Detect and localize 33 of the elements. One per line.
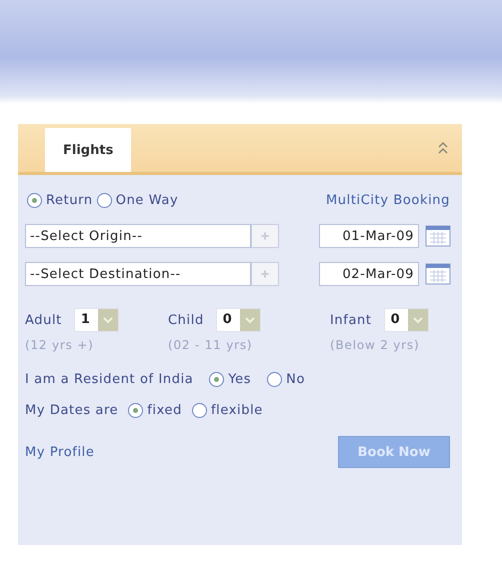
radio-label: fixed (147, 403, 182, 418)
question-label: I am a Resident of India (25, 372, 194, 387)
radio-label: Return (46, 193, 93, 208)
date-field[interactable]: 02-Mar-09 (319, 262, 419, 286)
radio-label: flexible (210, 403, 263, 418)
age-hint: (Below 2 yrs) (330, 338, 420, 352)
radio-button[interactable] (128, 403, 144, 418)
radio-button[interactable] (267, 372, 282, 387)
tab[interactable]: Flights (45, 128, 132, 172)
count-select[interactable]: 0 (216, 308, 261, 332)
radio-button[interactable] (27, 193, 42, 208)
collapse-icon[interactable] (438, 141, 448, 155)
radio-label: Yes (228, 372, 252, 387)
question-label: My Dates are (25, 403, 118, 418)
radio-button[interactable] (209, 372, 224, 387)
profile-link[interactable]: My Profile (25, 444, 94, 460)
date-field[interactable]: 01-Mar-09 (319, 224, 419, 248)
multicity-link[interactable]: MultiCity Booking (326, 193, 450, 208)
age-hint: (02 - 11 yrs) (168, 338, 254, 352)
age-hint: (12 yrs +) (25, 338, 95, 352)
place-select[interactable]: --Select Origin-- (25, 224, 251, 248)
count-select[interactable]: 0 (384, 308, 429, 332)
place-select[interactable]: --Select Destination-- (25, 262, 251, 286)
calendar-icon[interactable] (425, 225, 451, 247)
passenger-label: Infant (330, 312, 372, 328)
passenger-label: Adult (25, 312, 62, 328)
calendar-icon[interactable] (425, 263, 451, 285)
radio-button[interactable] (96, 193, 112, 208)
count-select[interactable]: 1 (74, 308, 119, 332)
radio-label: One Way (116, 193, 178, 208)
radio-label: No (286, 372, 306, 387)
radio-button[interactable] (192, 403, 207, 418)
passenger-label: Child (168, 312, 204, 328)
